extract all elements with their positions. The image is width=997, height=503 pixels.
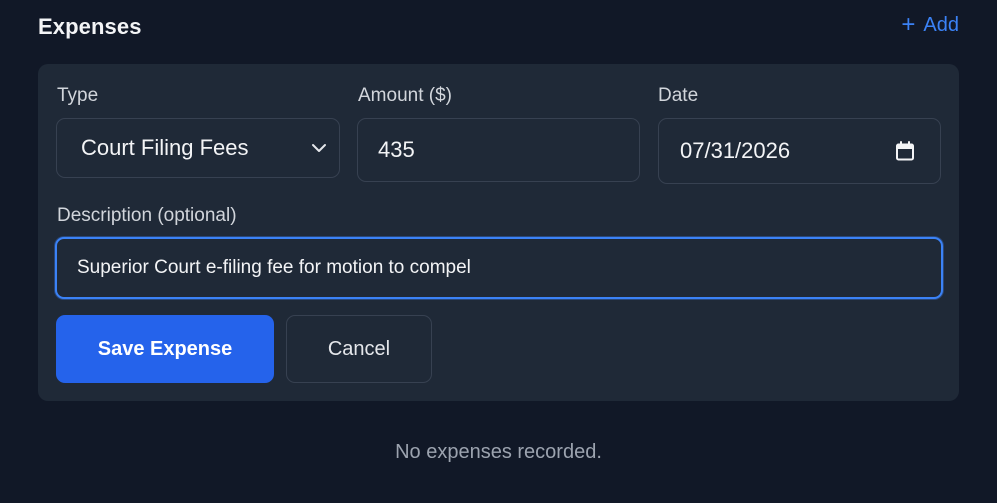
amount-input[interactable]: 435 [357, 118, 640, 182]
date-input-value: 07/31/2026 [680, 138, 791, 163]
calendar-icon[interactable] [894, 140, 916, 162]
description-input[interactable]: Superior Court e-filing fee for motion t… [55, 237, 943, 299]
type-label: Type [57, 85, 99, 106]
expense-form-card: Type Court Filing Fees Amount ($) 435 Da… [38, 64, 959, 401]
plus-icon: + [901, 11, 916, 38]
add-label: Add [923, 13, 959, 36]
date-input[interactable]: 07/31/2026 [658, 118, 941, 184]
description-label: Description (optional) [57, 205, 237, 226]
empty-state-text: No expenses recorded. [395, 441, 602, 463]
save-expense-button[interactable]: Save Expense [56, 315, 274, 383]
amount-input-value: 435 [378, 137, 415, 162]
type-select[interactable]: Court Filing Fees [56, 118, 340, 178]
add-expense-link[interactable]: + Add [901, 13, 959, 37]
type-select-value: Court Filing Fees [81, 135, 249, 160]
section-title: Expenses [38, 14, 142, 39]
chevron-down-icon [312, 144, 326, 152]
cancel-button[interactable]: Cancel [286, 315, 432, 383]
amount-label: Amount ($) [358, 85, 452, 106]
expenses-panel: Expenses + Add Type Court Filing Fees Am… [0, 0, 997, 503]
date-label: Date [658, 85, 699, 106]
description-input-value: Superior Court e-filing fee for motion t… [77, 257, 471, 278]
